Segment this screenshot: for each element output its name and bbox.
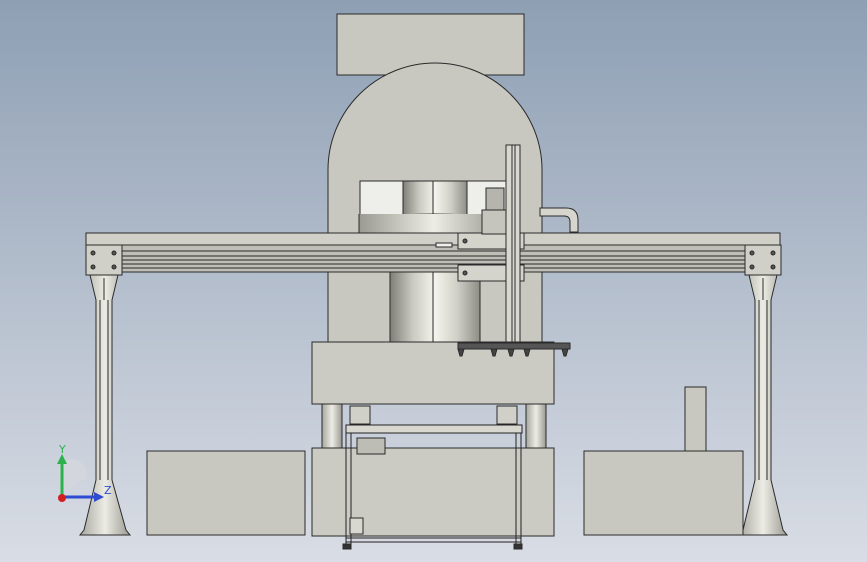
- z-axis-label: Z: [104, 484, 112, 497]
- cart-foot-right: [513, 543, 523, 550]
- cad-viewport[interactable]: Y Z: [0, 0, 867, 562]
- z-axis-rail: [505, 144, 521, 346]
- right-chimney: [684, 386, 707, 452]
- y-axis-label: Y: [58, 443, 66, 456]
- gripper-bar: [457, 342, 571, 350]
- z-axis-gearbox: [481, 209, 507, 235]
- right-column: [737, 274, 789, 536]
- beam-marker: [435, 242, 453, 248]
- left-column-head: [85, 244, 123, 276]
- cart-motor: [356, 437, 386, 455]
- die-block-left: [349, 405, 371, 425]
- right-column-head: [744, 244, 782, 276]
- press-base: [311, 447, 555, 537]
- cart-control-box: [349, 517, 364, 535]
- press-slide-block: [311, 341, 555, 405]
- gantry-beam-top: [85, 232, 781, 246]
- z-axis-motor: [485, 187, 505, 211]
- right-side-box: [583, 450, 744, 536]
- triad-origin: [58, 494, 66, 502]
- hydraulic-pipe: [539, 207, 579, 233]
- left-side-box: [146, 450, 306, 536]
- die-block-right: [496, 405, 518, 425]
- cart-foot-left: [342, 543, 352, 550]
- press-assembly-drawing: Y Z: [57, 13, 789, 550]
- guide-pillar-right: [525, 403, 547, 451]
- guide-pillar-left: [321, 403, 343, 451]
